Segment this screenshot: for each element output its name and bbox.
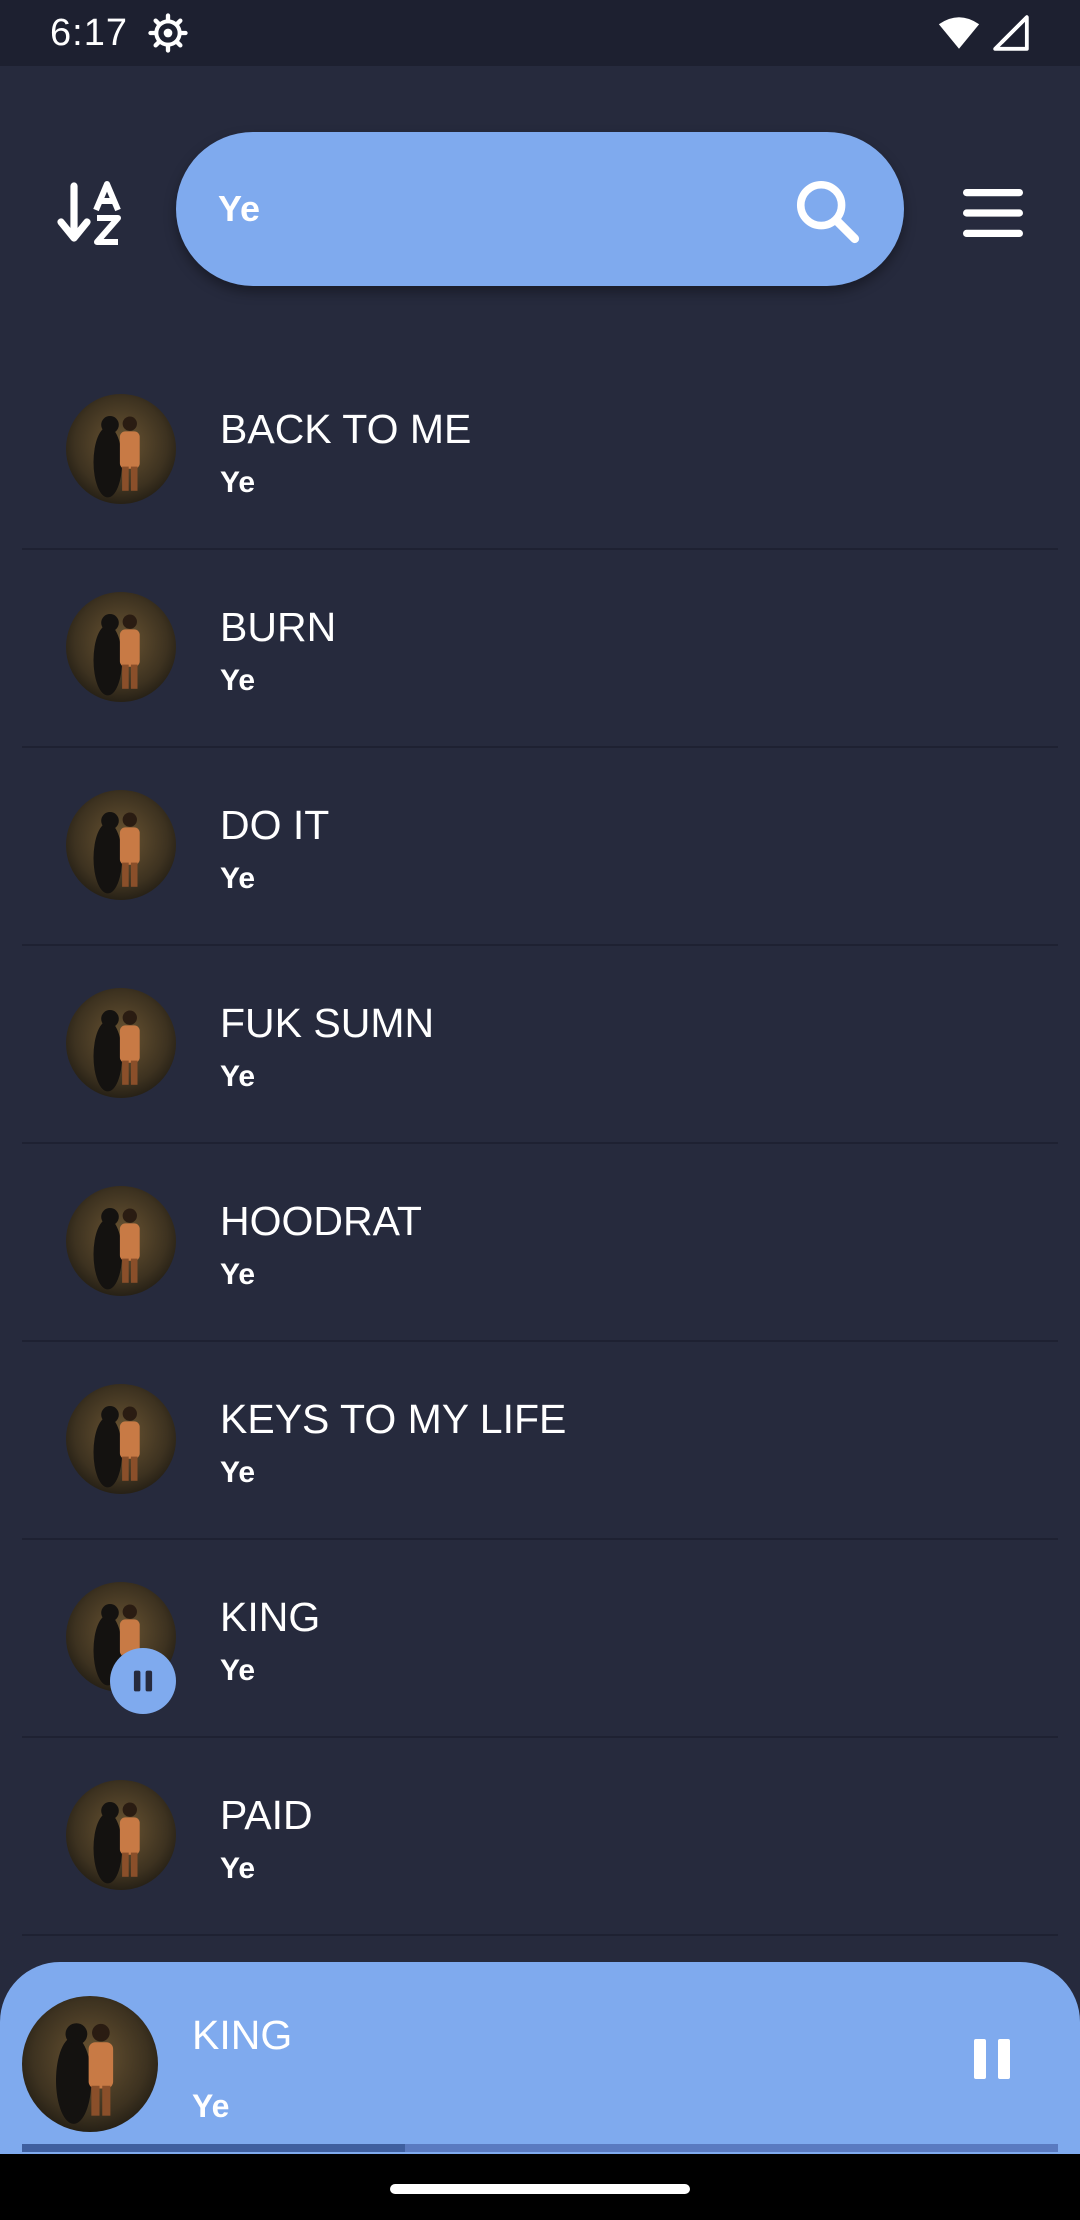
song-title: DO IT bbox=[220, 802, 330, 848]
song-title: PAID bbox=[220, 1792, 313, 1838]
song-title: KING bbox=[220, 1594, 321, 1640]
search-input[interactable] bbox=[218, 176, 738, 242]
now-playing-artist: Ye bbox=[192, 2088, 230, 2124]
pause-icon bbox=[133, 1670, 153, 1692]
song-list-item[interactable]: DO IT Ye bbox=[0, 748, 1080, 946]
menu-button[interactable] bbox=[958, 178, 1028, 248]
pause-icon bbox=[974, 2039, 1010, 2079]
album-art bbox=[66, 394, 176, 504]
song-title: FUK SUMN bbox=[220, 1000, 435, 1046]
now-playing-bar[interactable]: KING Ye bbox=[0, 1962, 1080, 2154]
sort-button[interactable] bbox=[56, 178, 128, 250]
song-artist: Ye bbox=[220, 466, 256, 499]
now-playing-album-art bbox=[22, 1996, 158, 2132]
song-list-item[interactable]: FUK SUMN Ye bbox=[0, 946, 1080, 1144]
song-list-item[interactable]: HOODRAT Ye bbox=[0, 1144, 1080, 1342]
song-artist: Ye bbox=[220, 664, 256, 697]
now-playing-badge[interactable] bbox=[110, 1648, 176, 1714]
top-bar bbox=[0, 66, 1080, 320]
song-artist: Ye bbox=[220, 1456, 256, 1489]
album-art bbox=[66, 1384, 176, 1494]
song-title: BACK TO ME bbox=[220, 406, 472, 452]
home-indicator[interactable] bbox=[390, 2184, 690, 2194]
song-title: BURN bbox=[220, 604, 337, 650]
song-list: BACK TO ME Ye BURN Ye DO IT Ye FUK SUMN … bbox=[0, 352, 1080, 1936]
status-time: 6:17 bbox=[50, 11, 128, 54]
hamburger-menu-icon bbox=[963, 189, 1023, 237]
gear-icon bbox=[148, 13, 188, 53]
album-art bbox=[66, 1186, 176, 1296]
album-art bbox=[66, 1780, 176, 1890]
song-artist: Ye bbox=[220, 1060, 256, 1093]
wifi-icon bbox=[938, 17, 980, 49]
song-artist: Ye bbox=[220, 1852, 256, 1885]
playback-progress-fill bbox=[22, 2144, 406, 2152]
search-icon[interactable] bbox=[792, 176, 862, 246]
album-art bbox=[66, 988, 176, 1098]
now-playing-pause-button[interactable] bbox=[964, 2024, 1020, 2094]
sort-alpha-down-icon bbox=[57, 181, 121, 245]
playback-progress-bar[interactable] bbox=[22, 2144, 1058, 2152]
song-list-item[interactable]: PAID Ye bbox=[0, 1738, 1080, 1936]
cell-signal-icon bbox=[993, 15, 1029, 51]
search-box[interactable] bbox=[176, 132, 904, 286]
now-playing-title: KING bbox=[192, 2012, 293, 2058]
status-bar: 6:17 bbox=[0, 0, 1080, 66]
song-list-item[interactable]: KEYS TO MY LIFE Ye bbox=[0, 1342, 1080, 1540]
song-artist: Ye bbox=[220, 1258, 256, 1291]
system-nav-bar bbox=[0, 2154, 1080, 2220]
song-artist: Ye bbox=[220, 862, 256, 895]
song-list-item[interactable]: KING Ye bbox=[0, 1540, 1080, 1738]
song-title: HOODRAT bbox=[220, 1198, 422, 1244]
song-list-item[interactable]: BACK TO ME Ye bbox=[0, 352, 1080, 550]
song-list-item[interactable]: BURN Ye bbox=[0, 550, 1080, 748]
album-art bbox=[66, 790, 176, 900]
song-artist: Ye bbox=[220, 1654, 256, 1687]
song-title: KEYS TO MY LIFE bbox=[220, 1396, 567, 1442]
album-art bbox=[66, 592, 176, 702]
